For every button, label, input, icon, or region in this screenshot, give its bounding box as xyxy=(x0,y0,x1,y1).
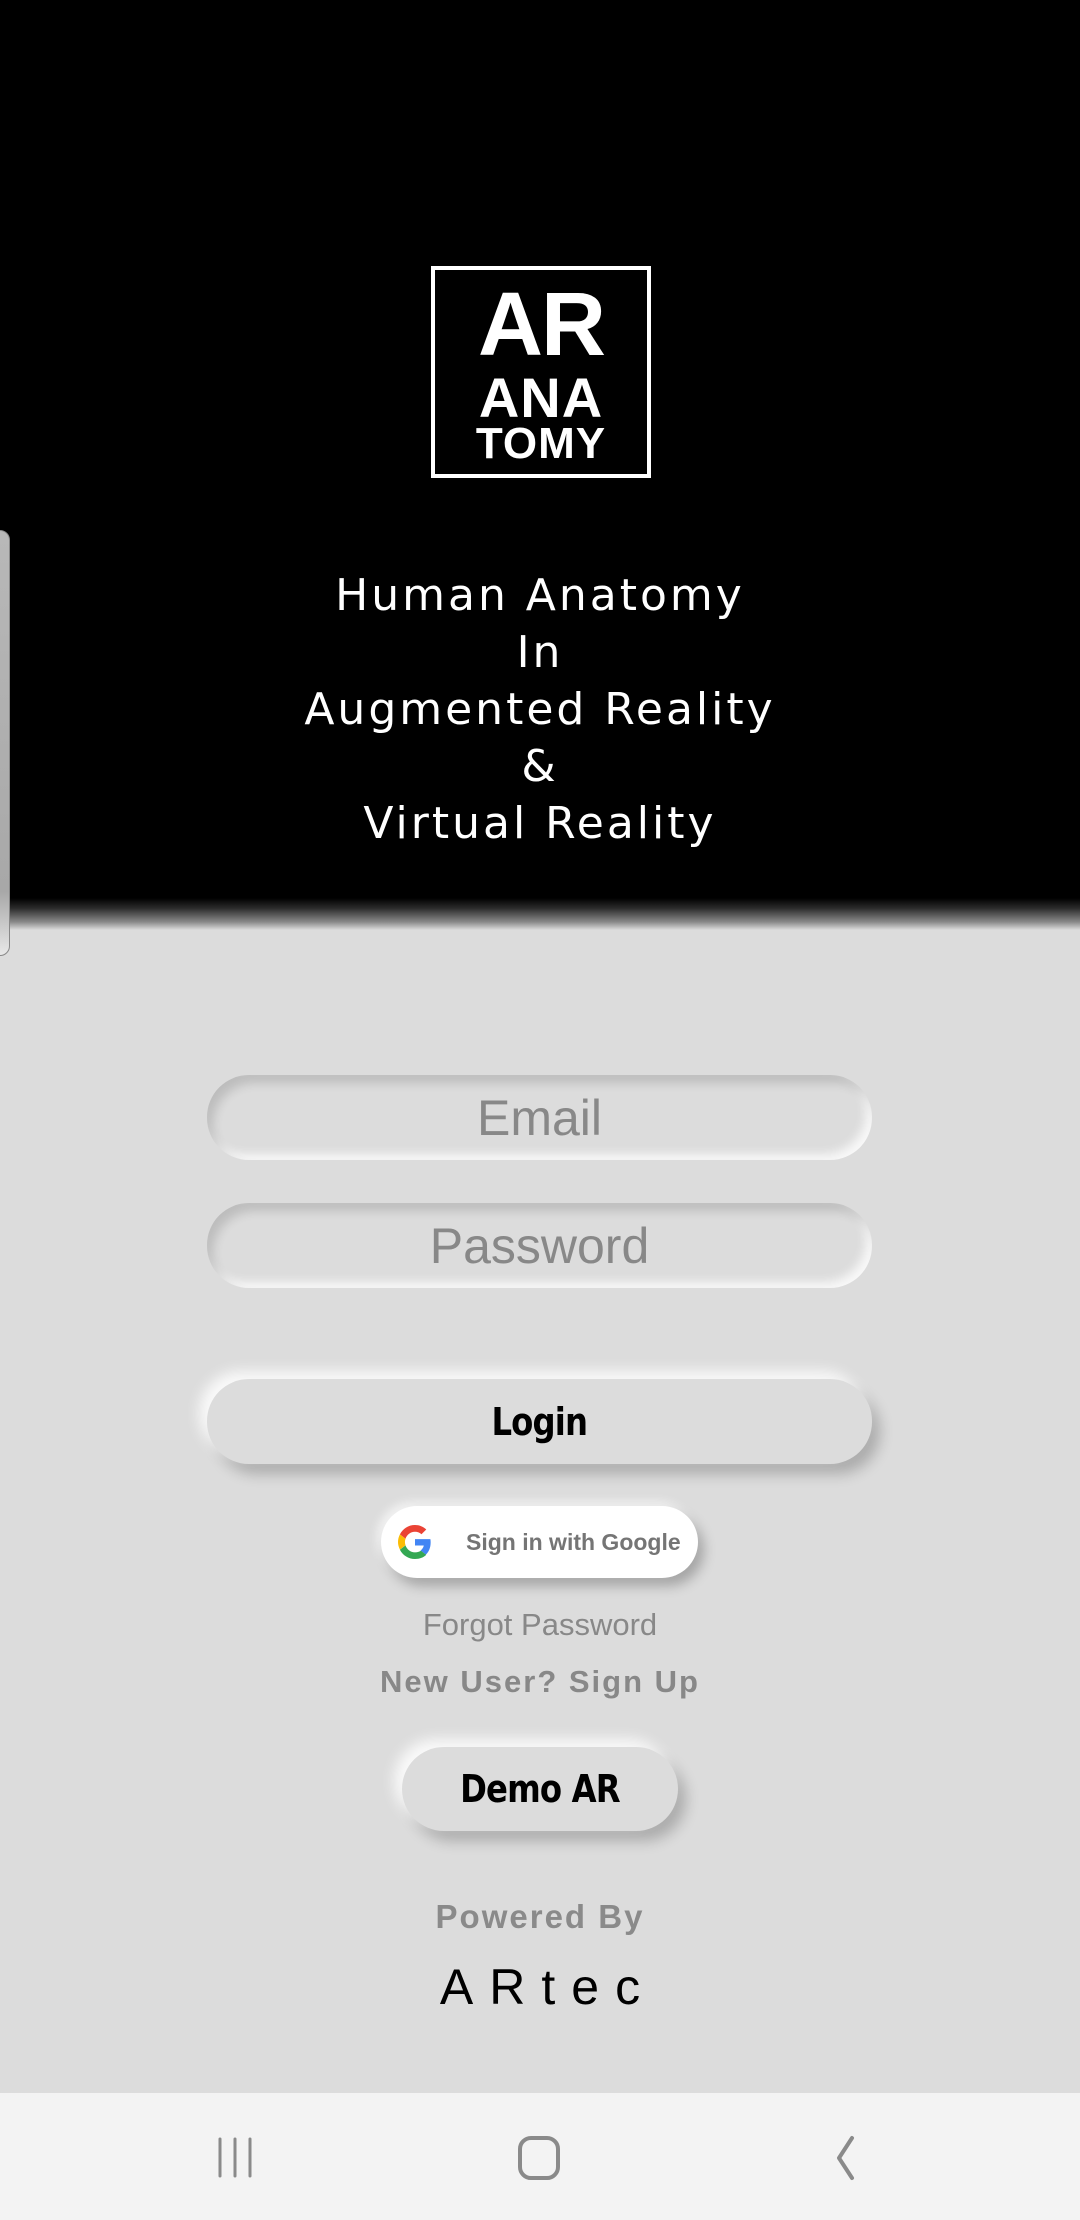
forgot-password-link[interactable]: Forgot Password xyxy=(0,1607,1080,1643)
tagline: Human Anatomy In Augmented Reality & Vir… xyxy=(0,567,1080,852)
home-button[interactable] xyxy=(498,2123,578,2193)
email-field[interactable] xyxy=(207,1075,872,1160)
google-g-icon xyxy=(398,1525,431,1559)
sign-up-link[interactable]: New User? Sign Up xyxy=(0,1664,1080,1700)
password-field[interactable] xyxy=(207,1203,872,1288)
back-icon xyxy=(837,2136,854,2180)
edge-panel-handle[interactable] xyxy=(0,530,10,956)
system-navigation-bar xyxy=(0,2093,1080,2220)
demo-ar-button-label: Demo AR xyxy=(460,1767,621,1811)
header-banner: AR ANA TOMY Human Anatomy In Augmented R… xyxy=(0,0,1080,930)
brand-name: ARtec xyxy=(439,1959,657,2015)
google-sign-in-label: Sign in with Google xyxy=(466,1529,681,1555)
login-button[interactable]: Login xyxy=(207,1379,872,1464)
back-button[interactable] xyxy=(802,2123,882,2193)
logo-line-1: AR xyxy=(478,275,606,375)
logo-line-2: ANA xyxy=(478,366,604,429)
tagline-line: & xyxy=(521,741,559,792)
powered-by-label: Powered By xyxy=(435,1898,645,1935)
recent-apps-button[interactable] xyxy=(195,2123,275,2193)
tagline-line: Augmented Reality xyxy=(304,684,776,735)
tagline-line: In xyxy=(516,627,564,678)
recent-apps-icon xyxy=(218,2137,252,2178)
login-button-label: Login xyxy=(491,1399,589,1444)
logo-line-3: TOMY xyxy=(475,419,607,468)
tagline-line: Human Anatomy xyxy=(335,570,745,621)
google-sign-in-button[interactable]: Sign in with Google xyxy=(381,1506,698,1578)
app-logo: AR ANA TOMY xyxy=(431,266,651,478)
tagline-line: Virtual Reality xyxy=(363,798,717,849)
home-icon xyxy=(518,2136,560,2180)
demo-ar-button[interactable]: Demo AR xyxy=(402,1747,678,1831)
